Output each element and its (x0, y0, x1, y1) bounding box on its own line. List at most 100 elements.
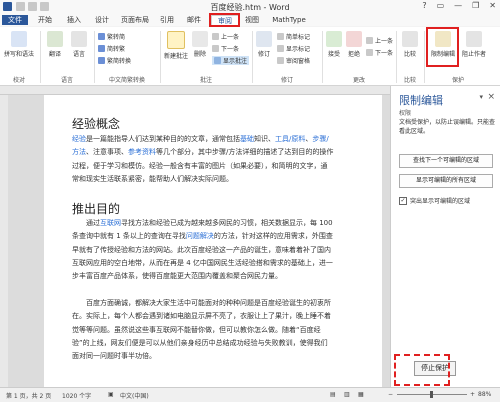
highlight-editable-checkbox[interactable]: ✓ 突出显示可编辑的区域 (399, 196, 470, 205)
show-comments-button[interactable]: 显示批注 (212, 56, 250, 65)
paragraph-concept: 经验是一篇能指导人们达到某种目的的文章，通常包括基础知识、工具/原料、步骤/方法… (72, 133, 334, 186)
group-label-language: 语言 (60, 77, 73, 84)
paragraph-purpose: 通过互联网寻找方法和经验已成为越来越多网民的习惯，相关数据显示，每 100 条查… (72, 217, 334, 283)
show-all-editable-button[interactable]: 显示可编辑的所有区域 (399, 174, 493, 188)
tab-insert[interactable]: 插入 (62, 15, 86, 25)
markup-select[interactable]: 简单标记 (277, 32, 310, 41)
web-layout-icon[interactable]: ▦ (358, 391, 364, 398)
delete-comment-button[interactable]: 删除 (191, 31, 209, 58)
spelling-button[interactable]: 拼写和语法 (4, 31, 34, 58)
language-icon (71, 31, 87, 47)
prev-change-icon (366, 37, 373, 44)
t2s-icon (98, 33, 105, 40)
zoom-in-icon[interactable]: + (470, 391, 475, 398)
accept-button[interactable]: 接受 (325, 31, 343, 58)
tab-mathtype[interactable]: MathType (267, 15, 311, 25)
proofing-icon[interactable]: ▣ (108, 391, 114, 398)
s2t-button[interactable]: 简转繁 (98, 44, 125, 53)
find-next-editable-button[interactable]: 查找下一个可编辑的区域 (399, 154, 493, 168)
tab-references[interactable]: 引用 (156, 15, 178, 25)
help-button[interactable]: ? (422, 1, 426, 10)
hyperlink[interactable]: 经验 (72, 135, 86, 143)
pane-close-button[interactable]: × (487, 92, 495, 102)
tab-mailings[interactable]: 邮件 (182, 15, 206, 25)
tab-view[interactable]: 视图 (241, 15, 263, 25)
checkbox-checked-icon: ✓ (399, 196, 407, 205)
comment-icon (167, 31, 185, 49)
hyperlink[interactable]: 互联网 (100, 219, 121, 227)
text-run: 知识、 (254, 135, 275, 143)
title-bar: 百度经验.htm - Word ? ▭ — ❐ ✕ (0, 0, 500, 15)
tab-layout[interactable]: 页面布局 (118, 15, 152, 25)
text-run: 、注意事项、 (86, 148, 128, 157)
track-changes-icon (256, 31, 272, 47)
prev-change-button[interactable]: 上一条 (366, 36, 393, 45)
group-label-protect: 保护 (451, 77, 464, 84)
text-run: 是一篇能指导人们达到某种目的的文章，通常包括 (86, 135, 240, 143)
spellcheck-icon (11, 31, 27, 47)
block-authors-icon (466, 31, 482, 47)
translate-button[interactable]: 翻译 (44, 31, 66, 58)
group-label-compare: 比较 (403, 77, 416, 84)
show-markup-button[interactable]: 显示标记 (277, 44, 310, 53)
restrict-editing-pane: 限制编辑 ▾ × 权限 文档受保护，以防止误编辑。只能查看此区域。 查找下一个可… (390, 86, 500, 387)
zoom-level[interactable]: 88% (478, 391, 491, 398)
word-count[interactable]: 1020 个字 (62, 391, 91, 400)
next-icon (212, 45, 219, 52)
vertical-ruler[interactable] (0, 95, 8, 387)
divider (252, 31, 253, 83)
divider (94, 31, 95, 83)
next-change-button[interactable]: 下一条 (366, 48, 393, 57)
track-changes-button[interactable]: 修订 (255, 31, 273, 58)
prev-comment-button[interactable]: 上一条 (212, 32, 239, 41)
language-button[interactable]: 语言 (68, 31, 90, 58)
hyperlink[interactable]: 基础 (240, 135, 254, 143)
ribbon-display-button[interactable]: ▭ (437, 1, 445, 10)
print-layout-icon[interactable]: ▥ (344, 391, 350, 398)
compare-button[interactable]: 比较 (399, 31, 421, 58)
divider (40, 31, 41, 83)
block-authors-button[interactable]: 阻止作者 (461, 31, 487, 58)
group-label-proofing: 校对 (12, 77, 25, 84)
tab-design[interactable]: 设计 (90, 15, 114, 25)
minimize-button[interactable]: — (454, 1, 462, 10)
review-pane-button[interactable]: 审阅窗格 (277, 56, 310, 65)
ribbon-tabs: 文件 开始 插入 设计 页面布局 引用 邮件 审阅 视图 MathType (0, 14, 500, 26)
reject-button[interactable]: 拒绝 (345, 31, 363, 58)
group-label-changes: 更改 (352, 77, 365, 84)
next-comment-button[interactable]: 下一条 (212, 44, 239, 53)
convert-button[interactable]: 繁简转换 (98, 56, 131, 65)
hyperlink[interactable]: 参考资料 (128, 148, 156, 156)
text-run: 通过 (86, 219, 100, 227)
zoom-slider-thumb[interactable] (430, 391, 433, 398)
divider (322, 31, 323, 83)
page-count[interactable]: 第 1 页，共 2 页 (6, 391, 51, 400)
tab-home[interactable]: 开始 (33, 15, 57, 25)
pane-title: 限制编辑 (399, 94, 443, 107)
next-change-icon (366, 49, 373, 56)
read-mode-icon[interactable]: ▤ (330, 391, 336, 398)
language-status[interactable]: 中文(中国) (120, 391, 149, 400)
restore-button[interactable]: ❐ (472, 1, 479, 10)
tab-file[interactable]: 文件 (2, 15, 28, 25)
t2s-button[interactable]: 繁转简 (98, 32, 125, 41)
delete-comment-icon (192, 31, 208, 47)
review-pane-icon (277, 57, 284, 64)
pane-subtitle: 权限 (399, 110, 412, 117)
heading-concept: 经验概念 (72, 117, 121, 131)
hyperlink[interactable]: 问题解决 (186, 232, 214, 240)
show-markup-icon (277, 45, 284, 52)
group-label-comments: 批注 (199, 77, 212, 84)
close-button[interactable]: ✕ (489, 1, 496, 10)
pane-options-button[interactable]: ▾ (479, 93, 483, 101)
document-page[interactable]: 经验概念 经验是一篇能指导人们达到某种目的的文章，通常包括基础知识、工具/原料、… (44, 95, 382, 387)
new-comment-button[interactable]: 新建批注 (163, 31, 189, 60)
text-run: 百度方面确诚，都解决大家生活中可能面对的种种问题是百度经验诞生的初衷所在。实际上… (72, 299, 331, 361)
hyperlink[interactable]: 工具/原料 (275, 135, 305, 143)
horizontal-ruler[interactable] (0, 86, 390, 95)
zoom-out-icon[interactable]: − (388, 391, 393, 398)
paragraph-baidu: 百度方面确诚，都解决大家生活中可能面对的种种问题是百度经验诞生的初衷所在。实际上… (72, 297, 334, 363)
translate-icon (47, 31, 63, 47)
pane-description: 文档受保护，以防止误编辑。只能查看此区域。 (399, 119, 496, 135)
convert-icon (98, 57, 105, 64)
